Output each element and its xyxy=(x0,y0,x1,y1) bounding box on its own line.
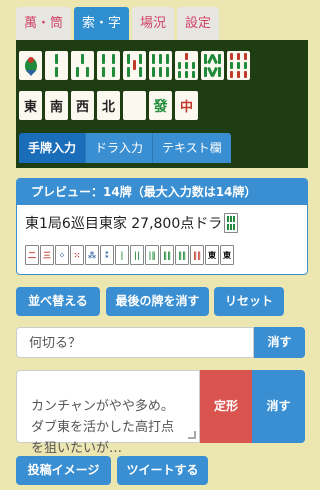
fixed-phrase-button[interactable]: 定形 xyxy=(200,370,252,443)
resize-handle[interactable] xyxy=(188,431,196,439)
tab-situation[interactable]: 場況 xyxy=(132,7,175,40)
question-placeholder: 何切る？ xyxy=(29,336,82,351)
hand-tile[interactable]: 三 xyxy=(40,245,54,265)
tile-red-dragon[interactable]: 中 xyxy=(175,91,198,120)
tile-east[interactable]: 東 xyxy=(19,91,42,120)
reset-button[interactable]: リセット xyxy=(214,287,284,316)
hand-tile[interactable]: ⁂ xyxy=(85,245,99,265)
comment-text: カンチャンがやや多め。 ダブ東を活かした高打点 を狙いたいが… xyxy=(31,399,175,456)
tile-panel: 東 南 西 北 發 中 手牌入力 ドラ入力 テキスト欄 xyxy=(16,40,308,168)
bird-icon xyxy=(24,56,37,76)
input-mode-tabs: 手牌入力 ドラ入力 テキスト欄 xyxy=(19,133,231,163)
tab-dora-input[interactable]: ドラ入力 xyxy=(86,133,154,163)
hand-tile[interactable]: | xyxy=(115,245,129,265)
tile-1-sou[interactable] xyxy=(19,51,42,80)
tab-text-field[interactable]: テキスト欄 xyxy=(153,133,231,163)
tab-hand-input[interactable]: 手牌入力 xyxy=(19,133,87,163)
hand-tile[interactable]: || xyxy=(130,245,144,265)
bamboo-tile-row xyxy=(19,51,250,80)
hand-tile[interactable]: ‖‖ xyxy=(175,245,189,265)
tile-north[interactable]: 北 xyxy=(97,91,120,120)
tile-3-sou[interactable] xyxy=(71,51,94,80)
tab-sou-honor[interactable]: 索・字 xyxy=(74,7,130,40)
tile-7-sou[interactable] xyxy=(175,51,198,80)
tile-white-dragon[interactable] xyxy=(123,91,146,120)
hand-tile[interactable]: ⁑ xyxy=(100,245,114,265)
tile-green-dragon[interactable]: 發 xyxy=(149,91,172,120)
honor-tile-row: 東 南 西 北 發 中 xyxy=(19,91,198,120)
tile-9-sou[interactable] xyxy=(227,51,250,80)
situation-line: 東1局6巡目東家 27,800点ドラ xyxy=(25,213,239,233)
hand-tile[interactable]: 二 xyxy=(25,245,39,265)
hand-preview-row: 二 三 ⁘ ⁙ ⁂ ⁑ | || |‖ ‖‖ ‖‖ ‖‖ 東 東 xyxy=(25,245,234,265)
hand-tile[interactable]: ‖‖ xyxy=(160,245,174,265)
preview-panel: プレビュー：14牌（最大入力数は14牌） 東1局6巡目東家 27,800点ドラ … xyxy=(16,178,308,275)
tile-west[interactable]: 西 xyxy=(71,91,94,120)
tweet-button[interactable]: ツイートする xyxy=(117,456,208,485)
question-input[interactable]: 何切る？ xyxy=(16,327,254,358)
post-image-button[interactable]: 投稿イメージ xyxy=(16,456,111,485)
sort-button[interactable]: 並べ替える xyxy=(16,287,100,316)
hand-tile[interactable]: ‖‖ xyxy=(190,245,204,265)
eight-sou-icon xyxy=(227,216,236,230)
hand-tile[interactable]: ⁙ xyxy=(70,245,84,265)
hand-tile[interactable]: 東 xyxy=(205,245,219,265)
tile-2-sou[interactable] xyxy=(45,51,68,80)
tile-south[interactable]: 南 xyxy=(45,91,68,120)
tile-6-sou[interactable] xyxy=(149,51,172,80)
hand-tile[interactable]: |‖ xyxy=(145,245,159,265)
hand-tile[interactable]: ⁘ xyxy=(55,245,69,265)
clear-comment-button[interactable]: 消す xyxy=(252,370,305,443)
tab-man-pin[interactable]: 萬・筒 xyxy=(16,7,72,40)
tab-settings[interactable]: 設定 xyxy=(177,7,220,40)
tile-4-sou[interactable] xyxy=(97,51,120,80)
clear-question-button[interactable]: 消す xyxy=(254,327,305,358)
category-tabs: 萬・筒 索・字 場況 設定 xyxy=(16,7,220,40)
comment-textarea[interactable]: カンチャンがやや多め。 ダブ東を活かした高打点 を狙いたいが… xyxy=(16,370,200,456)
remove-last-tile-button[interactable]: 最後の牌を消す xyxy=(106,287,209,316)
situation-text: 東1局6巡目東家 27,800点ドラ xyxy=(25,216,223,232)
tile-8-sou[interactable] xyxy=(201,51,224,80)
dora-tile xyxy=(224,213,239,233)
preview-header: プレビュー：14牌（最大入力数は14牌） xyxy=(17,179,307,205)
hand-tile[interactable]: 東 xyxy=(220,245,234,265)
tile-5-sou[interactable] xyxy=(123,51,146,80)
